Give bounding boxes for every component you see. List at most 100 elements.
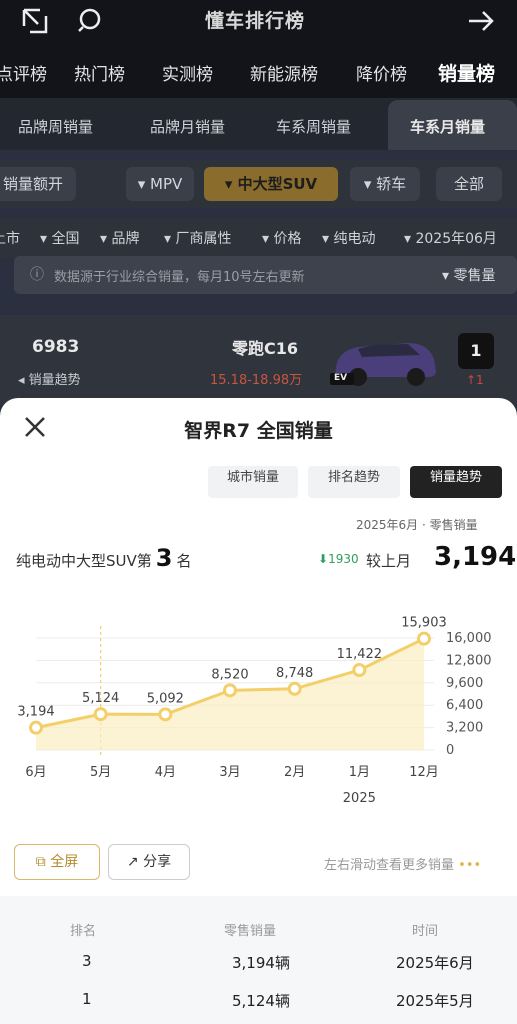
notice-bar: ⓘ 数据源于行业综合销量，每月10号左右更新 ▾ 零售量 (14, 256, 517, 294)
tab-series-monthly[interactable]: 车系月销量 (388, 100, 517, 150)
seg-sales-trend[interactable]: 销量趋势 (410, 466, 502, 498)
sheet-title: 智界R7 全国销量 (184, 420, 333, 442)
sort-label: 零售量 (453, 268, 496, 284)
x-tick-label: 4月 (155, 765, 176, 780)
filter-price-label: 价格 (273, 231, 302, 247)
col-time: 时间 (412, 924, 439, 939)
x-tick-label: 6月 (25, 765, 46, 780)
car-name: 零跑C16 (232, 339, 299, 358)
tab-series-weekly[interactable]: 车系周销量 (276, 116, 351, 137)
year-label: 2025 (343, 791, 376, 806)
y-tick-label: 16,000 (446, 631, 492, 646)
data-point (287, 681, 302, 696)
compare-delta: ⬇1930 (318, 552, 359, 566)
top-bar: 懂车排行榜 (0, 0, 517, 42)
search-icon[interactable] (76, 6, 106, 36)
compare-label: 较上月 (366, 552, 412, 570)
x-tick-label: 12月 (409, 765, 439, 780)
filter-brand-label: 品牌 (111, 231, 140, 247)
app-title: 懂车排行榜 (204, 10, 305, 32)
car-thumbnail: EV (328, 329, 440, 389)
data-label: 5,124 (82, 691, 119, 706)
sort-dropdown[interactable]: ▾ 零售量 (442, 265, 495, 285)
filter-power-label: 纯电动 (333, 231, 376, 247)
x-tick-label: 5月 (90, 765, 111, 780)
ev-badge: EV (334, 373, 348, 383)
tab-sales[interactable]: 销量榜 (438, 59, 495, 86)
rank-trend: ↑1 (466, 373, 484, 387)
rank-summary: 纯电动中大型SUV第 3 名 (16, 544, 191, 572)
table-row-2-sales: 5,124辆 (232, 992, 290, 1010)
info-icon: ⓘ (30, 267, 44, 283)
current-sales: 3,194 (434, 542, 517, 572)
fullscreen-label: 全屏 (50, 854, 79, 870)
sales-table: 时间 零售销量 排名 2025年6月 3,194辆 3 2025年5月 5,12… (0, 896, 517, 1024)
exit-icon[interactable] (20, 6, 50, 36)
data-point (29, 720, 43, 735)
sales-sheet: 智界R7 全国销量 城市销量 排名趋势 销量趋势 2025年6月 · 零售销量 … (0, 398, 517, 1024)
tab-review[interactable]: 点评榜 (0, 60, 47, 85)
sales-line-chart[interactable]: 16,000 12,800 9,600 6,400 3,200 0 15,903 12月 11,… (0, 598, 517, 818)
notice-text: 数据源于行业综合销量，每月10号左右更新 (54, 270, 305, 285)
category-tabs: 点评榜 热门榜 实测榜 新能源榜 降价榜 销量榜 (0, 50, 517, 94)
tab-price-drop[interactable]: 降价榜 (356, 60, 407, 85)
filter-region[interactable]: ▾ 全国 (40, 228, 79, 248)
tab-brand-weekly[interactable]: 品牌周销量 (18, 116, 93, 137)
list-item[interactable]: 1 ↑1 EV 零跑C16 15.18-18.98万 6983 ◂ 销量趋势 (0, 315, 517, 405)
chip-large-suv[interactable]: ▾ 中大型SUV (204, 167, 338, 201)
filter-maker-label: 厂商属性 (175, 231, 232, 247)
table-row-1-sales: 3,194辆 (232, 954, 290, 972)
tab-test[interactable]: 实测榜 (162, 60, 213, 85)
chip-large-suv-label: 中大型SUV (237, 175, 318, 193)
swipe-hint: 左右滑动查看更多销量 ••• (324, 854, 481, 873)
x-tick-label: 1月 (349, 765, 370, 780)
filter-maker[interactable]: ▾ 厂商属性 (164, 228, 231, 248)
data-label: 8,748 (276, 666, 313, 681)
close-icon[interactable] (20, 412, 50, 442)
filter-power[interactable]: ▾ 纯电动 (322, 228, 375, 248)
chip-sedan-label: 轿车 (376, 175, 407, 193)
data-label: 11,422 (337, 647, 383, 662)
col-retail-sales: 零售销量 (224, 924, 277, 939)
share-label: 分享 (143, 854, 172, 870)
data-point (93, 707, 108, 722)
tab-hot[interactable]: 热门榜 (74, 60, 125, 85)
chip-sedan[interactable]: ▾ 轿车 (350, 167, 420, 201)
compare-delta-value: 1930 (328, 552, 359, 566)
y-tick-label: 9,600 (446, 676, 483, 691)
fullscreen-icon: ⧉ (35, 854, 46, 870)
table-row-1-rank: 3 (82, 952, 92, 970)
chip-mpv[interactable]: ▾ MPV (126, 167, 194, 201)
chip-all[interactable]: 全部 (436, 167, 502, 201)
sales-trend-link[interactable]: ◂ 销量趋势 (18, 369, 81, 388)
filter-brand[interactable]: ▾ 品牌 (100, 228, 139, 248)
filter-region-label: 全国 (51, 231, 80, 247)
data-point (223, 683, 237, 698)
chip-sales-amount[interactable]: 销量额开 (0, 167, 76, 201)
tab-new-energy[interactable]: 新能源榜 (250, 60, 318, 85)
x-tick-label: 2月 (284, 765, 305, 780)
data-label: 8,520 (211, 667, 248, 682)
tab-series-monthly-label: 车系月销量 (410, 118, 486, 136)
data-label: 15,903 (401, 616, 447, 631)
y-tick-label: 0 (446, 743, 454, 758)
filter-month[interactable]: ▾ 2025年06月 (404, 228, 497, 248)
filter-month-label: 2025年06月 (415, 231, 497, 247)
seg-rank-trend[interactable]: 排名趋势 (308, 466, 400, 498)
fullscreen-button[interactable]: ⧉ 全屏 (14, 844, 100, 880)
dots-icon: ••• (458, 858, 482, 873)
y-tick-label: 12,800 (446, 653, 492, 668)
tab-brand-monthly[interactable]: 品牌月销量 (150, 116, 225, 137)
filter-chips: 销量额开 ▾ MPV ▾ 中大型SUV ▾ 轿车 全部 (0, 160, 517, 208)
share-arrow-icon[interactable] (466, 6, 496, 36)
seg-city-sales[interactable]: 城市销量 (208, 466, 298, 498)
data-label: 5,092 (147, 691, 184, 706)
x-tick-label: 3月 (219, 765, 240, 780)
filter-launch[interactable]: 上市 (0, 228, 20, 248)
rank-badge: 1 (458, 333, 494, 369)
share-button[interactable]: ↗ 分享 (108, 844, 190, 880)
data-point (417, 631, 431, 646)
filter-price[interactable]: ▾ 价格 (262, 228, 301, 248)
car-price: 15.18-18.98万 (210, 373, 303, 388)
table-row-2-rank: 1 (82, 990, 92, 1008)
